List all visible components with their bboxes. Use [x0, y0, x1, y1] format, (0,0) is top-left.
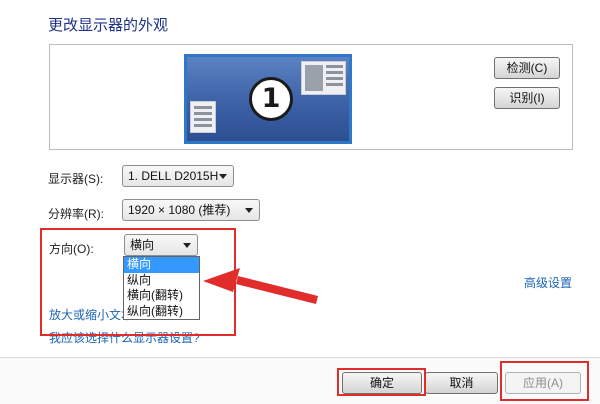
annotation-arrow-icon: [203, 268, 318, 304]
cancel-button[interactable]: 取消: [425, 372, 498, 394]
annotation-highlight-box: [337, 368, 426, 396]
annotation-highlight-box: [500, 361, 589, 401]
footer-divider: [0, 357, 600, 358]
